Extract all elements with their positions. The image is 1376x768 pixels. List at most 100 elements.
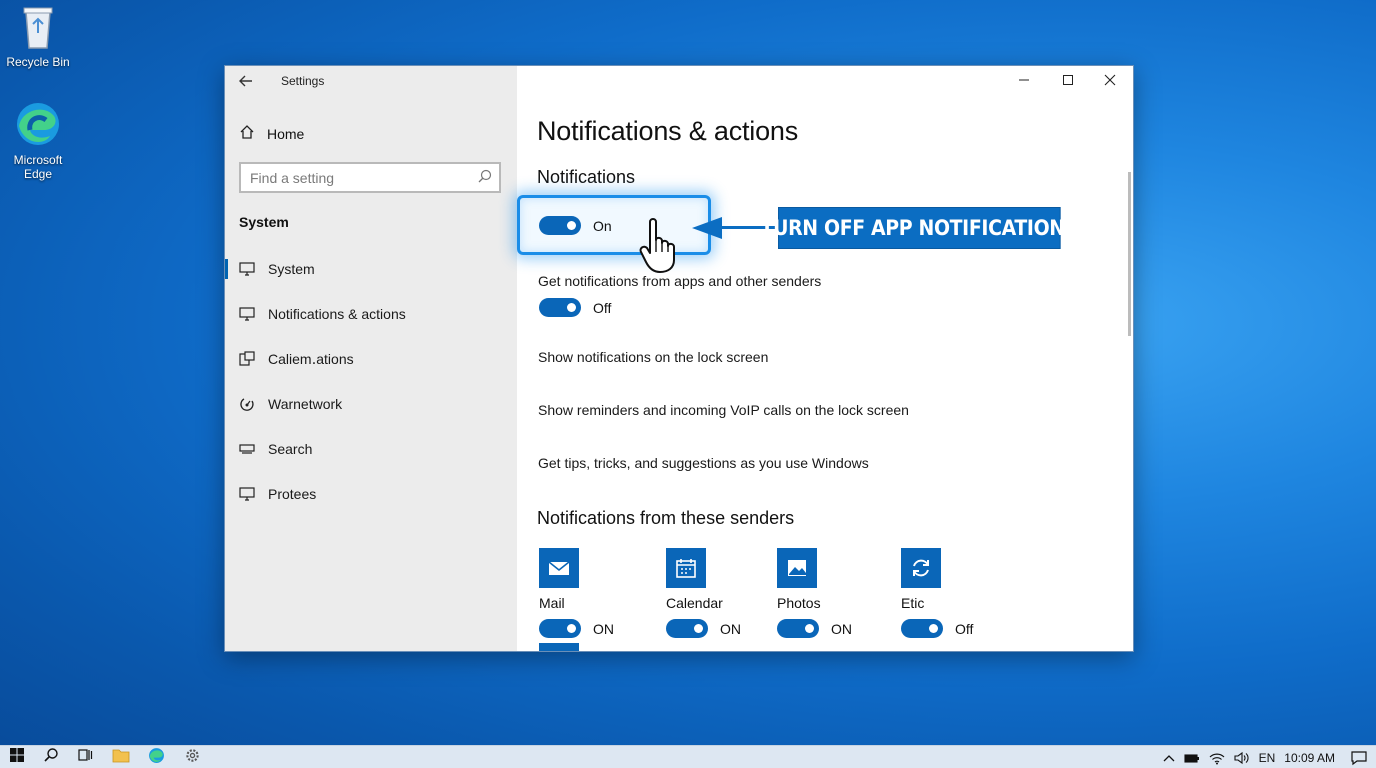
sender-toggle[interactable]: ON: [777, 619, 857, 638]
sender-etic: Etic Off: [901, 548, 981, 638]
sidebar-item-protees[interactable]: Protees: [225, 476, 517, 512]
toggle-state-label: ON: [831, 620, 852, 637]
calendar-icon: [666, 548, 706, 588]
sender-toggle[interactable]: ON: [539, 619, 619, 638]
sender-name: Photos: [777, 595, 821, 611]
sender-mail: Mail ON: [539, 548, 619, 638]
toggle-switch[interactable]: [901, 619, 943, 638]
file-explorer-button[interactable]: [110, 748, 132, 767]
toggle-state-label: ON: [593, 620, 614, 637]
sidebar-item-label: System: [268, 261, 315, 277]
toggle-switch[interactable]: [777, 619, 819, 638]
sidebar-item-network[interactable]: Warnetwork: [225, 386, 517, 422]
sidebar-item-search[interactable]: Search: [225, 431, 517, 467]
toggle-switch[interactable]: [539, 619, 581, 638]
callout-arrow-icon: [692, 217, 722, 239]
main-pane: Notifications & actions Notifications On…: [517, 66, 1133, 651]
sidebar-item-label: Notifications & actions: [268, 306, 406, 322]
clock[interactable]: 10:09 AM: [1284, 751, 1335, 765]
sidebar: Settings Home Find a setting System Syst…: [225, 66, 517, 651]
windows-logo-icon: [9, 747, 25, 768]
search-placeholder: Find a setting: [250, 170, 335, 186]
hand-cursor-icon: [638, 216, 678, 279]
sender-name: Mail: [539, 595, 565, 611]
sidebar-item-label: Protees: [268, 486, 317, 502]
sidebar-home[interactable]: Home: [239, 124, 304, 143]
sidebar-item-notifications[interactable]: Notifications & actions: [225, 296, 517, 332]
notification-icon: [239, 307, 255, 321]
battery-icon[interactable]: [1184, 752, 1200, 764]
senders-heading: Notifications from these senders: [537, 508, 795, 528]
sidebar-item-label: Caliem․ations: [268, 350, 354, 367]
system-tray: EN 10:09 AM: [1163, 746, 1376, 768]
sidebar-item-label: Search: [268, 441, 313, 457]
edge-icon: [148, 747, 165, 768]
window-title: Settings: [281, 74, 325, 88]
task-view-button[interactable]: [74, 748, 96, 767]
taskbar: EN 10:09 AM: [0, 745, 1376, 768]
maximize-button[interactable]: [1051, 70, 1085, 94]
sync-icon: [901, 548, 941, 588]
sender-photos: Photos ON: [777, 548, 857, 638]
language-indicator[interactable]: EN: [1259, 751, 1276, 765]
sender-toggle[interactable]: ON: [666, 619, 746, 638]
toggle-switch[interactable]: [539, 298, 581, 317]
folder-icon: [112, 748, 130, 768]
desktop-icon-label: Recycle Bin: [6, 55, 70, 69]
edge-taskbar-button[interactable]: [145, 747, 167, 768]
start-button[interactable]: [6, 748, 28, 767]
gear-icon: [185, 748, 200, 768]
sidebar-item-label: Warnetwork: [268, 396, 343, 412]
toggle-state-label: Off: [593, 299, 612, 316]
get-notifications-toggle[interactable]: Off: [539, 298, 611, 317]
action-center-icon[interactable]: [1351, 750, 1367, 766]
monitor-icon: [239, 487, 255, 501]
recycle-bin-icon: [0, 4, 76, 53]
back-arrow-icon[interactable]: [237, 72, 257, 92]
desktop-icon-edge[interactable]: Microsoft Edge: [0, 100, 76, 181]
wifi-icon[interactable]: [1209, 751, 1225, 765]
notifications-heading: Notifications: [537, 167, 636, 187]
home-label: Home: [267, 125, 305, 142]
home-icon: [239, 124, 255, 143]
search-icon: [43, 747, 59, 768]
sidebar-item-calendar[interactable]: Caliem․ations: [225, 341, 517, 377]
toggle-state-label: ON: [720, 620, 741, 637]
callout-label: TURN OFF APP NOTIFICATIONS: [761, 207, 1078, 249]
minimize-icon: [1018, 73, 1030, 91]
maximize-icon: [1062, 73, 1074, 91]
toggle-switch[interactable]: [666, 619, 708, 638]
get-notifications-label: Get notifications from apps and other se…: [538, 273, 822, 289]
next-sender-tile-peek: [539, 643, 579, 651]
toggle-state-label: Off: [955, 620, 974, 637]
network-icon: [239, 396, 255, 412]
task-view-icon: [77, 747, 93, 768]
calendar-icon: [239, 351, 255, 367]
sender-name: Calendar: [666, 595, 723, 611]
photos-icon: [777, 548, 817, 588]
settings-window: Settings Home Find a setting System Syst…: [224, 65, 1134, 652]
close-button[interactable]: [1093, 70, 1127, 94]
monitor-icon: [239, 262, 255, 276]
minimize-button[interactable]: [1007, 70, 1041, 94]
mail-icon: [539, 548, 579, 588]
close-icon: [1104, 73, 1116, 91]
tips-setting[interactable]: Get tips, tricks, and suggestions as you…: [538, 455, 869, 471]
page-title: Notifications & actions: [537, 116, 799, 146]
edge-icon: [0, 100, 76, 151]
settings-search-input[interactable]: Find a setting: [239, 162, 501, 193]
taskbar-search-button[interactable]: [40, 748, 62, 767]
settings-taskbar-button[interactable]: [181, 748, 203, 767]
volume-icon[interactable]: [1234, 751, 1250, 765]
sender-calendar: Calendar ON: [666, 548, 746, 638]
reminders-setting[interactable]: Show reminders and incoming VoIP calls o…: [538, 402, 909, 418]
sender-toggle[interactable]: Off: [901, 619, 981, 638]
scrollbar[interactable]: [1128, 172, 1131, 336]
desktop-icon-label: Microsoft Edge: [13, 153, 63, 181]
sidebar-item-system[interactable]: System: [225, 251, 517, 287]
search-icon: [477, 169, 493, 188]
chevron-up-icon[interactable]: [1163, 753, 1175, 763]
desktop-icon-recycle-bin[interactable]: Recycle Bin: [0, 4, 76, 69]
lock-screen-setting[interactable]: Show notifications on the lock screen: [538, 349, 768, 365]
sidebar-section-heading: System: [239, 214, 289, 230]
